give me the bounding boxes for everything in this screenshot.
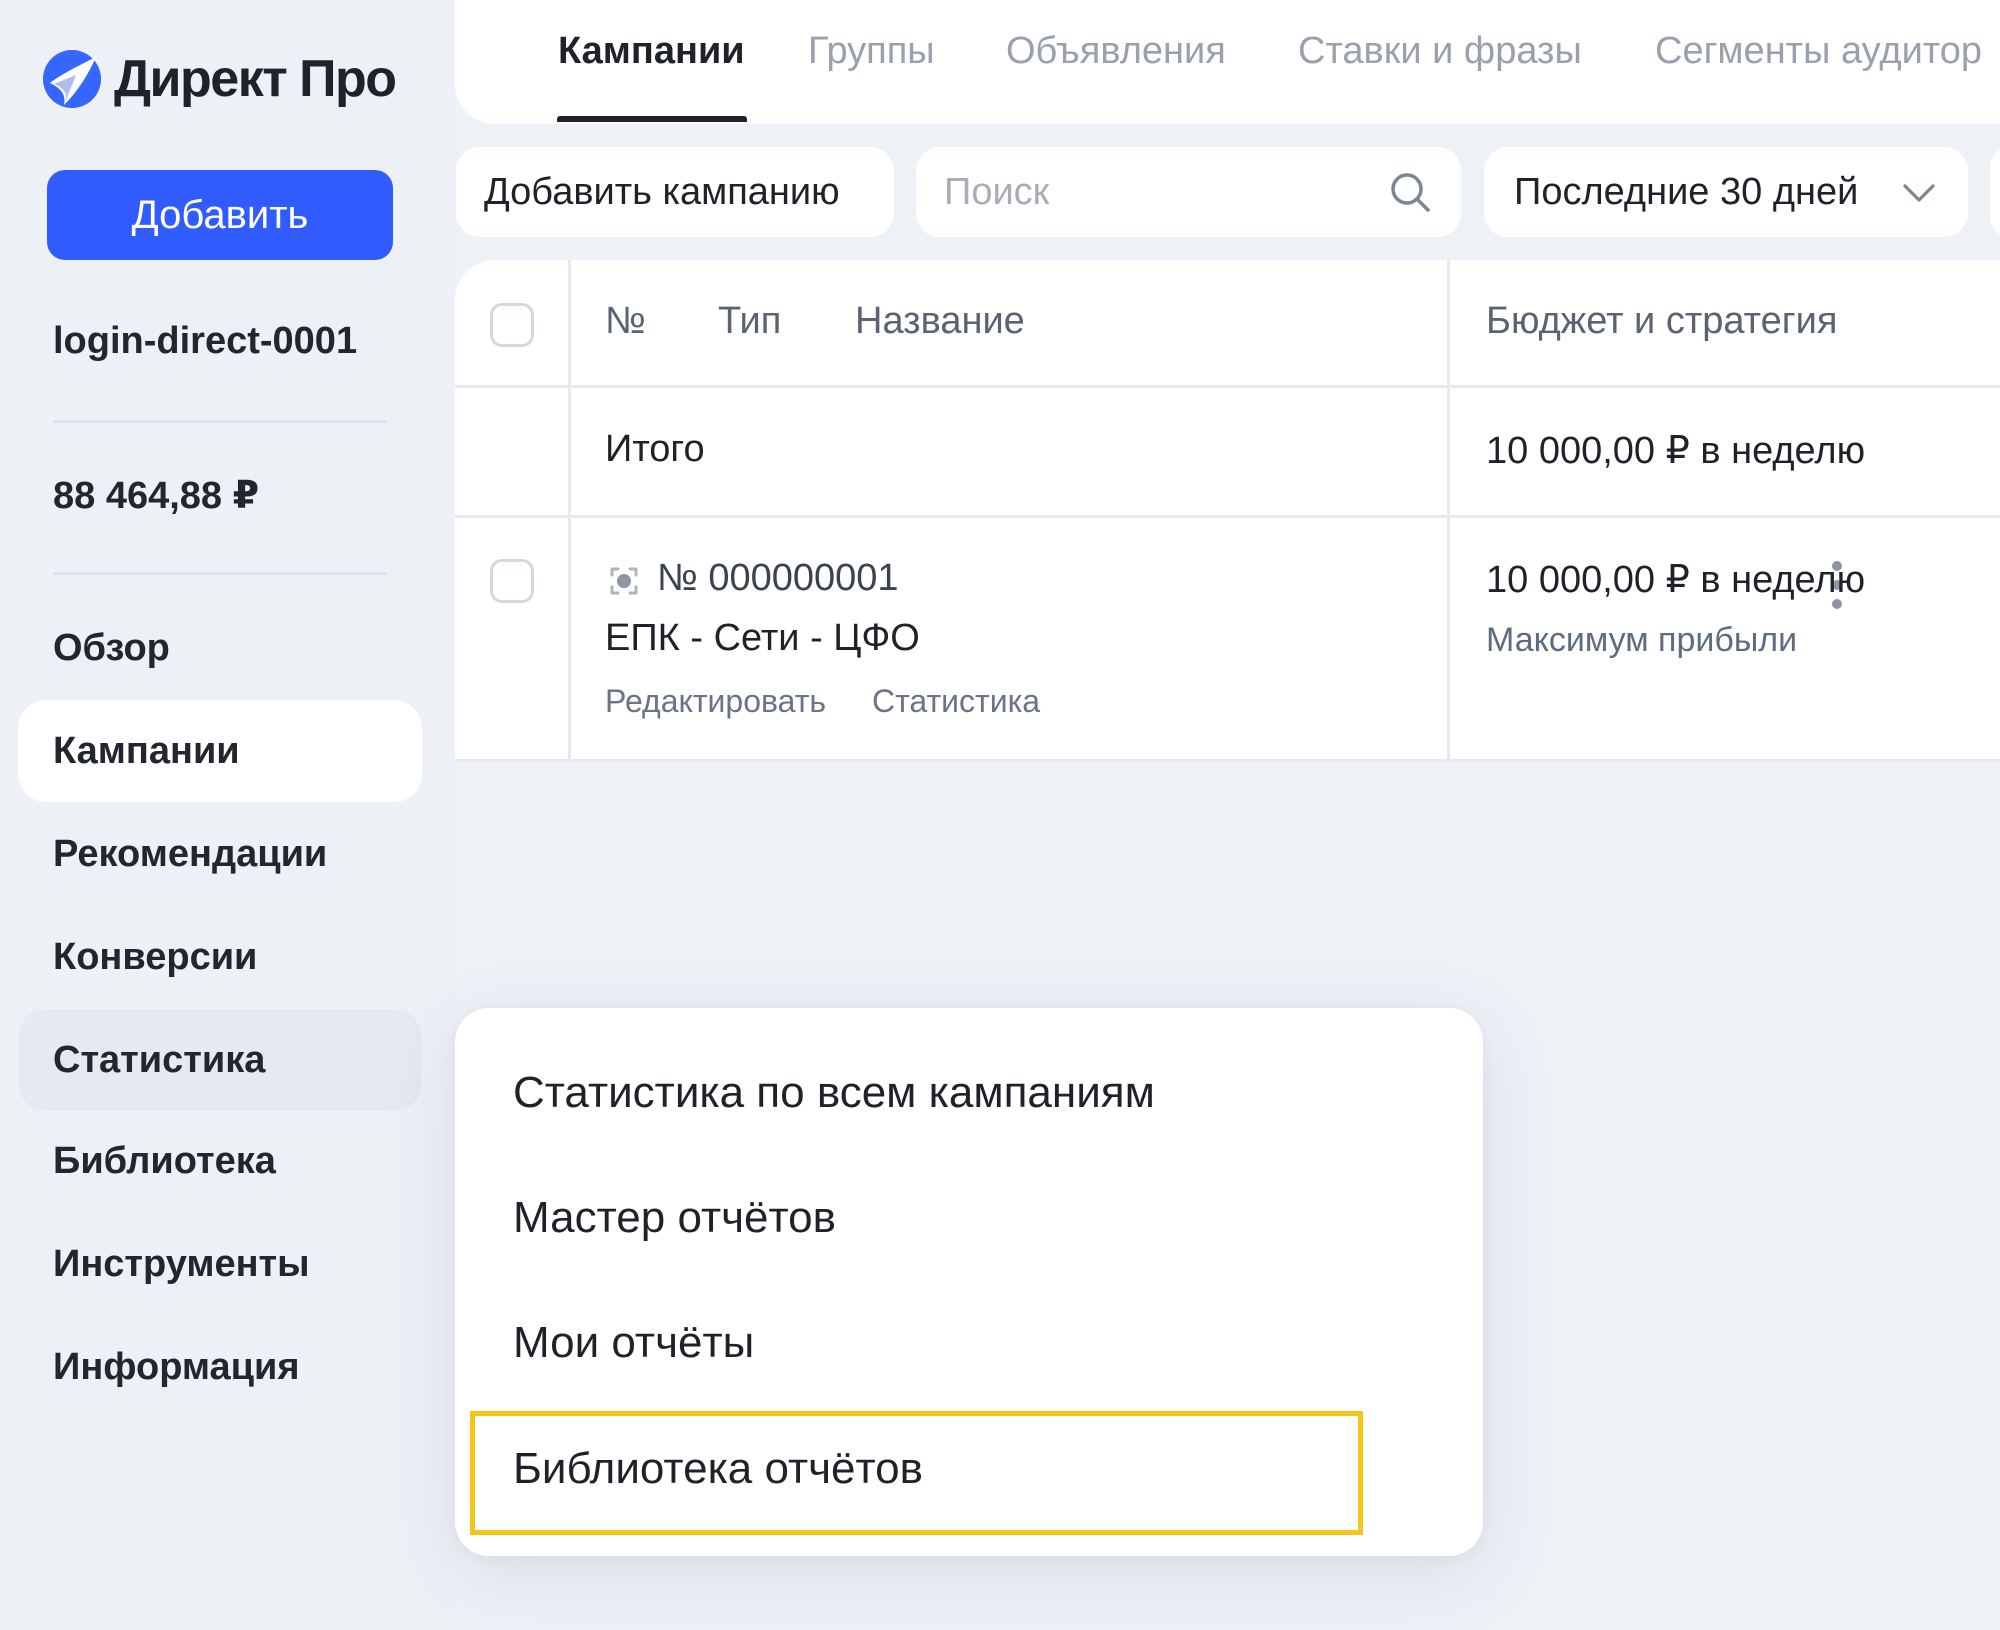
campaign-type-icon bbox=[610, 567, 638, 595]
sidebar-item-conversions[interactable]: Конверсии bbox=[18, 906, 422, 1008]
active-tab-indicator bbox=[557, 116, 747, 122]
chevron-down-icon bbox=[1903, 184, 1935, 202]
period-label: Последние 30 дней bbox=[1514, 170, 1859, 213]
total-label: Итого bbox=[605, 428, 705, 470]
campaign-strategy[interactable]: Максимум прибыли bbox=[1486, 621, 1797, 660]
row-divider bbox=[455, 385, 2000, 388]
sidebar-item-statistics[interactable]: Статистика bbox=[18, 1009, 422, 1111]
menu-item-all-campaigns-stats[interactable]: Статистика по всем кампаниям bbox=[513, 1068, 1155, 1118]
statistics-menu: Статистика по всем кампаниям Мастер отчё… bbox=[455, 1008, 1483, 1556]
divider bbox=[53, 420, 386, 423]
column-divider bbox=[1447, 260, 1450, 762]
edit-link[interactable]: Редактировать bbox=[605, 683, 826, 720]
sidebar-item-tools[interactable]: Инструменты bbox=[18, 1213, 422, 1315]
tab-ads[interactable]: Объявления bbox=[1006, 30, 1226, 73]
header-budget[interactable]: Бюджет и стратегия bbox=[1486, 300, 1837, 343]
header-name[interactable]: Название bbox=[855, 300, 1025, 343]
campaign-name[interactable]: ЕПК - Сети - ЦФО bbox=[605, 617, 920, 660]
sidebar-item-overview[interactable]: Обзор bbox=[18, 597, 422, 699]
add-button[interactable]: Добавить bbox=[47, 170, 393, 260]
toolbar-more-button[interactable] bbox=[1990, 147, 2000, 237]
tab-audience-segments[interactable]: Сегменты аудитор bbox=[1655, 30, 1982, 73]
logo-icon bbox=[43, 50, 101, 108]
sidebar-item-recommendations[interactable]: Рекомендации bbox=[18, 803, 422, 905]
add-campaign-button[interactable]: Добавить кампанию bbox=[456, 147, 894, 237]
row-divider bbox=[455, 515, 2000, 518]
sidebar-item-library[interactable]: Библиотека bbox=[18, 1110, 422, 1212]
tab-bids[interactable]: Ставки и фразы bbox=[1298, 30, 1582, 73]
campaigns-table: № Тип Название Бюджет и стратегия Итого … bbox=[455, 260, 2000, 762]
row-checkbox[interactable] bbox=[490, 559, 534, 603]
campaign-number: № 000000001 bbox=[657, 557, 899, 599]
header-type[interactable]: Тип bbox=[718, 300, 781, 343]
sidebar-item-campaigns[interactable]: Кампании bbox=[18, 700, 422, 802]
header-number[interactable]: № bbox=[605, 300, 646, 343]
statistics-link[interactable]: Статистика bbox=[872, 683, 1040, 720]
search-input[interactable]: Поиск bbox=[916, 147, 1461, 237]
column-divider bbox=[568, 260, 571, 762]
select-all-checkbox[interactable] bbox=[490, 303, 534, 347]
tab-groups[interactable]: Группы bbox=[808, 30, 935, 73]
period-select[interactable]: Последние 30 дней bbox=[1484, 147, 1968, 237]
menu-item-report-library[interactable]: Библиотека отчётов bbox=[513, 1444, 923, 1494]
sidebar-item-info[interactable]: Информация bbox=[18, 1316, 422, 1418]
account-login[interactable]: login-direct-0001 bbox=[53, 320, 357, 363]
menu-item-report-wizard[interactable]: Мастер отчётов bbox=[513, 1193, 836, 1243]
campaign-budget: 10 000,00 ₽ в неделю bbox=[1486, 559, 1866, 601]
row-divider bbox=[455, 759, 2000, 762]
sidebar: Директ Про Добавить login-direct-0001 88… bbox=[0, 0, 455, 1630]
search-placeholder: Поиск bbox=[944, 170, 1050, 213]
search-icon[interactable] bbox=[1389, 171, 1431, 213]
tab-campaigns[interactable]: Кампании bbox=[558, 30, 745, 73]
top-tabs: Кампании Группы Объявления Ставки и фраз… bbox=[455, 0, 2000, 124]
account-balance[interactable]: 88 464,88 ₽ bbox=[53, 473, 259, 518]
divider bbox=[53, 572, 386, 575]
total-budget: 10 000,00 ₽ в неделю bbox=[1486, 430, 1866, 472]
logo[interactable]: Директ Про bbox=[42, 45, 397, 113]
logo-text: Директ Про bbox=[114, 50, 397, 108]
menu-item-my-reports[interactable]: Мои отчёты bbox=[513, 1318, 754, 1368]
